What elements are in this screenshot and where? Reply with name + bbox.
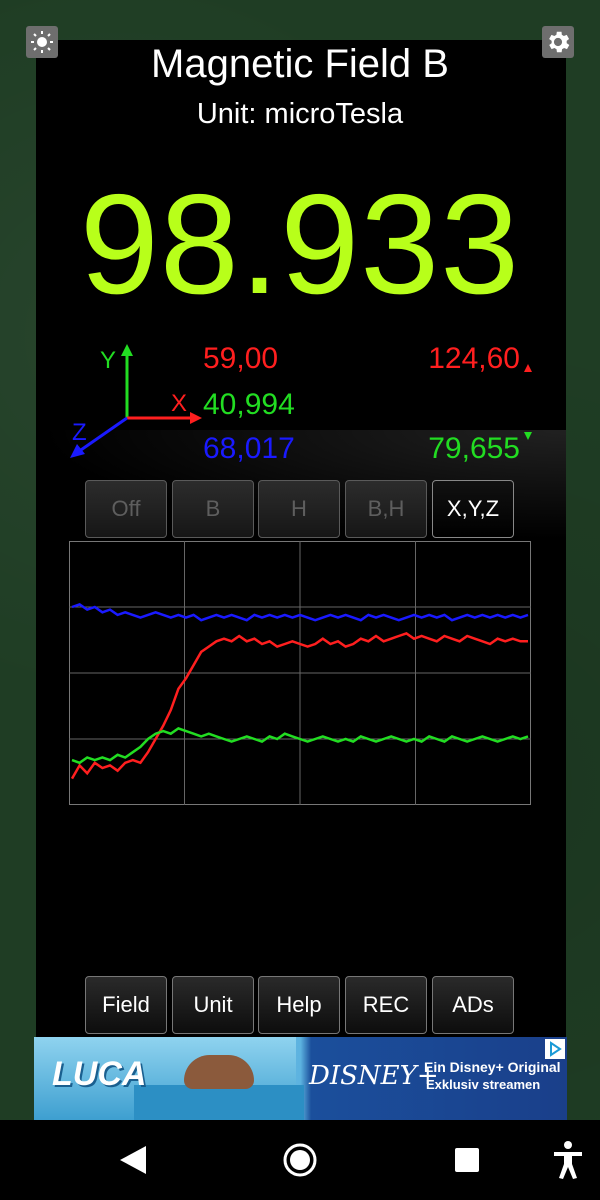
ad-line-2: Exklusiv streamen bbox=[426, 1077, 541, 1092]
recents-icon[interactable] bbox=[454, 1147, 480, 1173]
accessibility-icon[interactable] bbox=[552, 1140, 584, 1180]
axis-indicator: Y X Z bbox=[70, 344, 202, 458]
mode-button-b[interactable]: B bbox=[172, 480, 254, 538]
mode-button-h[interactable]: H bbox=[258, 480, 340, 538]
unit-button[interactable]: Unit bbox=[172, 976, 254, 1034]
z-axis-label: Z bbox=[72, 419, 87, 446]
chart-grid bbox=[69, 541, 531, 805]
mode-button-off[interactable]: Off bbox=[85, 480, 167, 538]
x-component-value: 59,00 bbox=[203, 342, 279, 375]
unit-label: Unit: microTesla bbox=[196, 98, 404, 130]
field-button[interactable]: Field bbox=[85, 976, 167, 1034]
range-max-value: 124,60 bbox=[428, 342, 520, 375]
x-axis-label: X bbox=[171, 390, 187, 417]
ad-luca-logo: LUCA bbox=[52, 1055, 147, 1093]
magnitude-readout: 98.933 bbox=[79, 165, 521, 324]
ad-line-1: Ein Disney+ Original bbox=[424, 1059, 561, 1075]
back-icon[interactable] bbox=[118, 1144, 150, 1176]
rec-button[interactable]: REC bbox=[345, 976, 427, 1034]
ad-left-image: LUCA bbox=[34, 1037, 304, 1120]
home-icon[interactable] bbox=[282, 1142, 318, 1178]
y-axis-label: Y bbox=[100, 347, 116, 374]
range-arrow bbox=[524, 364, 532, 440]
ad-banner[interactable]: LUCA DISNEY+ Ein Disney+ Original Exklus… bbox=[34, 1037, 567, 1120]
mode-button-b-h[interactable]: B,H bbox=[345, 480, 427, 538]
field-history-chart bbox=[69, 541, 531, 805]
system-navigation-bar bbox=[0, 1120, 600, 1200]
help-button[interactable]: Help bbox=[258, 976, 340, 1034]
page-title: Magnetic Field B bbox=[151, 42, 449, 86]
adchoices-icon[interactable] bbox=[545, 1039, 565, 1059]
mode-button-x-y-z[interactable]: X,Y,Z bbox=[432, 480, 514, 538]
y-component-value: 40,994 bbox=[203, 388, 295, 421]
z-component-value: 68,017 bbox=[203, 432, 295, 465]
ads-button[interactable]: ADs bbox=[432, 976, 514, 1034]
ad-disney-logo: DISNEY+ bbox=[309, 1061, 439, 1091]
range-min-value: 79,655 bbox=[428, 432, 520, 465]
